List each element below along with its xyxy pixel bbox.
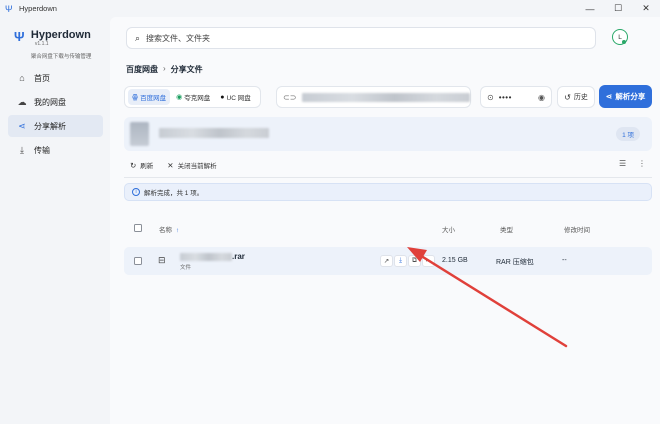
brand-version: v1.1.1 [34, 41, 49, 47]
share-info-card: 1 项 [124, 117, 652, 151]
more-icon[interactable]: ⋯ [422, 255, 435, 267]
column-type-header[interactable]: 类型 [500, 224, 513, 234]
sidebar-item-my-drive[interactable]: ☁ 我的网盘 [8, 91, 103, 113]
close-icon: ✕ [167, 160, 174, 170]
baidu-icon: ꙮ [132, 94, 139, 101]
history-icon: ↺ [564, 92, 571, 102]
parse-share-button[interactable]: ⋖ 解析分享 [599, 85, 652, 108]
search-bar[interactable]: ⌕ [126, 27, 596, 49]
tab-quark[interactable]: ◉ 夸克网盘 [172, 89, 214, 105]
share-thumbnail [130, 122, 149, 146]
archive-icon: ⊟ [158, 255, 166, 265]
source-tabs: ꙮ 百度网盘 ◉ 夸克网盘 ● UC 网盘 [124, 86, 261, 108]
table-header: 名称 ↑ 大小 类型 修改时间 [124, 222, 652, 236]
sidebar-item-transfer[interactable]: ⤓ 传输 [8, 139, 103, 161]
list-toolbar: ↻ 刷新 ✕ 关闭当前解析 [130, 158, 231, 172]
sidebar-item-label: 分享解析 [34, 121, 66, 131]
tab-label: UC 网盘 [226, 95, 251, 102]
window-title: Hyperdown [19, 4, 57, 13]
file-size: 2.15 GB [442, 257, 468, 264]
redacted-share-title [159, 128, 269, 138]
share-link-input[interactable]: ⊂⊃ [276, 86, 471, 108]
hyperdown-logo-icon: Ψ [5, 3, 13, 14]
share-icon: ⋖ [605, 92, 613, 101]
select-all-checkbox[interactable] [134, 224, 142, 232]
parse-label: 解析分享 [615, 92, 646, 101]
tab-label: 百度网盘 [140, 95, 167, 102]
info-icon: i [132, 188, 140, 196]
search-icon: ⌕ [135, 32, 141, 43]
main-panel: ⌕ L 百度网盘 › 分享文件 ꙮ 百度网盘 ◉ 夸克网盘 ● UC 网盘 ⊂⊃… [110, 17, 660, 424]
tab-baidu[interactable]: ꙮ 百度网盘 [128, 89, 171, 105]
file-name: .rar [180, 252, 245, 261]
share-icon: ⋖ [18, 120, 26, 131]
open-external-icon[interactable]: ↗ [380, 255, 393, 267]
close-icon[interactable]: ✕ [632, 0, 660, 17]
window-controls: — ☐ ✕ [576, 0, 660, 17]
file-type: RAR 压缩包 [496, 259, 534, 266]
file-modified: -- [562, 257, 567, 264]
tab-label: 夸克网盘 [184, 95, 211, 102]
password-value: •••• [498, 92, 512, 102]
more-icon[interactable]: ⋮ [638, 159, 646, 168]
row-actions: ↗ ⤓ ⧉ ⋯ [380, 255, 436, 267]
brand-subtitle: 聚合网盘下载与传输管理 [30, 54, 92, 60]
sidebar-nav: ⌂ 首页 ☁ 我的网盘 ⋖ 分享解析 ⤓ 传输 [8, 67, 103, 163]
refresh-icon: ↻ [130, 160, 137, 170]
brand-name: Hyperdown [30, 29, 91, 41]
sidebar-item-label: 传输 [34, 145, 50, 155]
close-parse-button[interactable]: ✕ 关闭当前解析 [167, 160, 217, 171]
table-row[interactable]: ⊟ .rar 文件 ↗ ⤓ ⧉ ⋯ 2.15 GB RAR 压缩包 -- [124, 247, 652, 275]
file-extension: .rar [232, 252, 245, 261]
uc-icon: ● [220, 93, 225, 101]
sort-ascending-icon: ↑ [175, 227, 180, 234]
filter-icon[interactable]: ☰ [619, 159, 626, 168]
history-button[interactable]: ↺ 历史 [557, 86, 595, 108]
password-input[interactable]: ⊙ •••• ◉ [480, 86, 552, 108]
breadcrumb-separator: › [163, 64, 166, 73]
tab-uc[interactable]: ● UC 网盘 [216, 89, 254, 105]
eye-icon[interactable]: ◉ [538, 93, 545, 102]
close-parse-label: 关闭当前解析 [177, 163, 217, 170]
redacted-link-text [302, 92, 470, 102]
download-icon: ⤓ [20, 144, 24, 155]
item-count-badge: 1 项 [616, 127, 640, 141]
redacted-file-name [180, 252, 232, 261]
title-bar: Ψ Hyperdown — ☐ ✕ [0, 0, 660, 17]
column-size-header[interactable]: 大小 [442, 224, 455, 234]
refresh-label: 刷新 [140, 163, 154, 170]
hyperdown-logo-icon: Ψ [14, 29, 25, 44]
minimize-icon[interactable]: — [576, 0, 604, 17]
divider [124, 177, 652, 178]
link-icon: ⊂⊃ [283, 92, 297, 102]
brand: Ψ Hyperdown v1.1.1 聚合网盘下载与传输管理 [14, 29, 110, 60]
history-label: 历史 [573, 94, 588, 101]
row-checkbox[interactable] [134, 257, 142, 265]
home-icon: ⌂ [19, 73, 25, 83]
sidebar-item-home[interactable]: ⌂ 首页 [8, 67, 103, 89]
key-icon: ⊙ [487, 92, 494, 102]
download-icon[interactable]: ⤓ [394, 255, 407, 267]
column-label: 名称 [159, 227, 172, 234]
maximize-icon[interactable]: ☐ [604, 0, 632, 17]
breadcrumb: 百度网盘 › 分享文件 [126, 64, 203, 75]
breadcrumb-item-current: 分享文件 [170, 65, 203, 74]
sidebar-item-label: 我的网盘 [34, 97, 66, 107]
column-name-header[interactable]: 名称 ↑ [159, 224, 179, 234]
column-modified-header[interactable]: 修改时间 [564, 224, 590, 234]
parse-complete-notice: i 解析完成，共 1 项。 [124, 183, 652, 201]
breadcrumb-item-drive[interactable]: 百度网盘 [126, 64, 158, 75]
search-input[interactable] [146, 33, 567, 43]
sidebar-item-label: 首页 [34, 73, 50, 83]
online-status-dot [622, 40, 626, 44]
copy-link-icon[interactable]: ⧉ [408, 255, 421, 267]
sidebar: Ψ Hyperdown v1.1.1 聚合网盘下载与传输管理 ⌂ 首页 ☁ 我的… [0, 17, 110, 424]
cloud-icon: ☁ [17, 96, 27, 107]
notice-text: 解析完成，共 1 项。 [144, 190, 204, 197]
quark-icon: ◉ [176, 94, 183, 101]
file-kind: 文件 [180, 265, 192, 271]
refresh-button[interactable]: ↻ 刷新 [130, 160, 154, 171]
sidebar-item-share-parse[interactable]: ⋖ 分享解析 [8, 115, 103, 137]
